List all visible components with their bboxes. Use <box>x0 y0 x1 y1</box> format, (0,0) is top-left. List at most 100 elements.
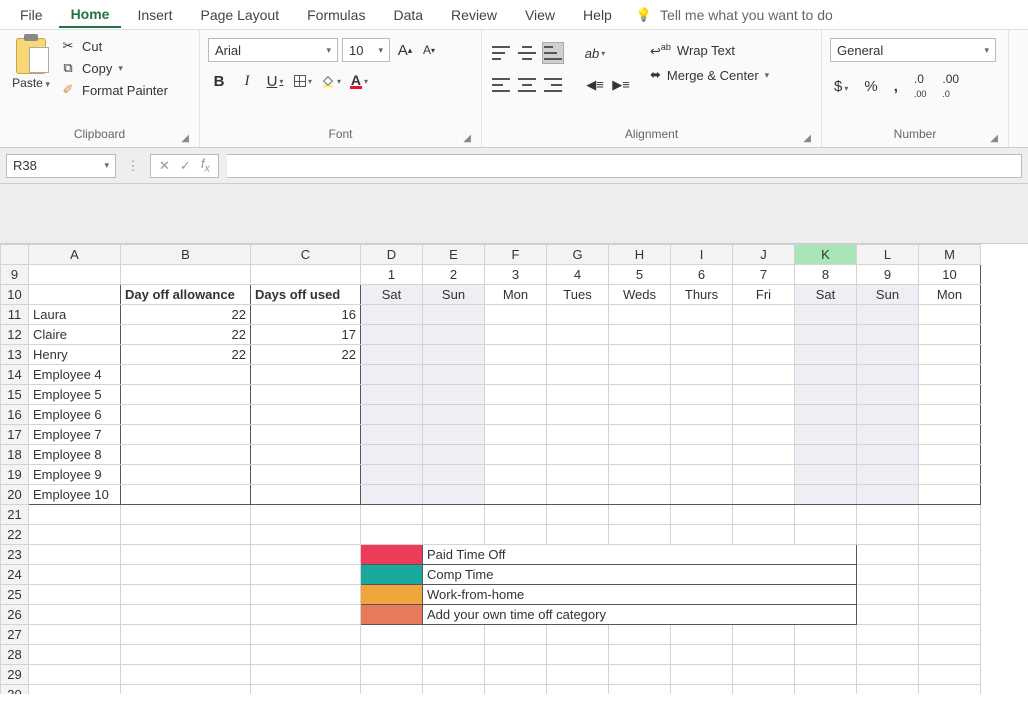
cell-F21[interactable] <box>485 505 547 525</box>
column-header-K[interactable]: K <box>795 245 857 265</box>
cell-J10[interactable]: Fri <box>733 285 795 305</box>
cut-button[interactable]: ✂ Cut <box>60 38 168 54</box>
cell-F29[interactable] <box>485 665 547 685</box>
menu-insert[interactable]: Insert <box>125 3 184 27</box>
cell-G18[interactable] <box>547 445 609 465</box>
cell-I15[interactable] <box>671 385 733 405</box>
row-header-27[interactable]: 27 <box>1 625 29 645</box>
cell-C24[interactable] <box>251 565 361 585</box>
cell-D30[interactable] <box>361 685 423 695</box>
cell-C17[interactable] <box>251 425 361 445</box>
cell-F30[interactable] <box>485 685 547 695</box>
cell-I19[interactable] <box>671 465 733 485</box>
cell-M25[interactable] <box>919 585 981 605</box>
cell-L16[interactable] <box>857 405 919 425</box>
cell-E18[interactable] <box>423 445 485 465</box>
cell-A21[interactable] <box>29 505 121 525</box>
cell-D23[interactable] <box>361 545 423 565</box>
cell-A9[interactable] <box>29 265 121 285</box>
cell-A26[interactable] <box>29 605 121 625</box>
comma-format-button[interactable]: , <box>890 76 902 97</box>
menu-data[interactable]: Data <box>381 3 435 27</box>
cell-D18[interactable] <box>361 445 423 465</box>
cell-K17[interactable] <box>795 425 857 445</box>
cell-M10[interactable]: Mon <box>919 285 981 305</box>
cell-A30[interactable] <box>29 685 121 695</box>
cell-F17[interactable] <box>485 425 547 445</box>
cell-G20[interactable] <box>547 485 609 505</box>
cell-B21[interactable] <box>121 505 251 525</box>
cell-M29[interactable] <box>919 665 981 685</box>
select-all-corner[interactable] <box>1 245 29 265</box>
cell-L26[interactable] <box>857 605 919 625</box>
cell-A22[interactable] <box>29 525 121 545</box>
row-header-15[interactable]: 15 <box>1 385 29 405</box>
cell-K12[interactable] <box>795 325 857 345</box>
cell-C21[interactable] <box>251 505 361 525</box>
cell-M13[interactable] <box>919 345 981 365</box>
cell-F18[interactable] <box>485 445 547 465</box>
cell-I10[interactable]: Thurs <box>671 285 733 305</box>
cell-C16[interactable] <box>251 405 361 425</box>
cell-F15[interactable] <box>485 385 547 405</box>
alignment-launcher[interactable]: ◢ <box>803 133 811 144</box>
cell-M18[interactable] <box>919 445 981 465</box>
decrease-decimal-button[interactable]: .00.0 <box>938 70 963 102</box>
number-format-select[interactable]: General▾ <box>830 38 996 62</box>
column-header-E[interactable]: E <box>423 245 485 265</box>
cell-M14[interactable] <box>919 365 981 385</box>
cell-G28[interactable] <box>547 645 609 665</box>
cell-D17[interactable] <box>361 425 423 445</box>
cell-A29[interactable] <box>29 665 121 685</box>
cell-H19[interactable] <box>609 465 671 485</box>
cell-I18[interactable] <box>671 445 733 465</box>
cell-L23[interactable] <box>857 545 919 565</box>
cell-A14[interactable]: Employee 4 <box>29 365 121 385</box>
cell-C26[interactable] <box>251 605 361 625</box>
menu-home[interactable]: Home <box>59 2 122 28</box>
cell-I28[interactable] <box>671 645 733 665</box>
cell-E11[interactable] <box>423 305 485 325</box>
cell-D20[interactable] <box>361 485 423 505</box>
cell-B11[interactable]: 22 <box>121 305 251 325</box>
cell-J13[interactable] <box>733 345 795 365</box>
spreadsheet-grid[interactable]: ABCDEFGHIJKLM91234567891010Day off allow… <box>0 244 1028 694</box>
cell-L11[interactable] <box>857 305 919 325</box>
cell-G13[interactable] <box>547 345 609 365</box>
cell-A19[interactable]: Employee 9 <box>29 465 121 485</box>
cell-F13[interactable] <box>485 345 547 365</box>
cell-E10[interactable]: Sun <box>423 285 485 305</box>
cell-G22[interactable] <box>547 525 609 545</box>
cell-C22[interactable] <box>251 525 361 545</box>
cell-E19[interactable] <box>423 465 485 485</box>
cell-A23[interactable] <box>29 545 121 565</box>
cell-G12[interactable] <box>547 325 609 345</box>
cell-K19[interactable] <box>795 465 857 485</box>
row-header-24[interactable]: 24 <box>1 565 29 585</box>
font-name-select[interactable]: Arial▾ <box>208 38 338 62</box>
number-launcher[interactable]: ◢ <box>990 133 998 144</box>
cell-G15[interactable] <box>547 385 609 405</box>
row-header-28[interactable]: 28 <box>1 645 29 665</box>
font-color-button[interactable]: A <box>348 70 370 92</box>
cell-L12[interactable] <box>857 325 919 345</box>
cell-B17[interactable] <box>121 425 251 445</box>
cell-D11[interactable] <box>361 305 423 325</box>
cell-J16[interactable] <box>733 405 795 425</box>
cell-D9[interactable]: 1 <box>361 265 423 285</box>
cell-C11[interactable]: 16 <box>251 305 361 325</box>
cell-F16[interactable] <box>485 405 547 425</box>
cell-E28[interactable] <box>423 645 485 665</box>
cell-E23[interactable]: Paid Time Off <box>423 545 857 565</box>
cell-B9[interactable] <box>121 265 251 285</box>
menu-formulas[interactable]: Formulas <box>295 3 377 27</box>
cell-J30[interactable] <box>733 685 795 695</box>
row-header-22[interactable]: 22 <box>1 525 29 545</box>
cell-L9[interactable]: 9 <box>857 265 919 285</box>
cell-I27[interactable] <box>671 625 733 645</box>
cell-B16[interactable] <box>121 405 251 425</box>
row-header-17[interactable]: 17 <box>1 425 29 445</box>
cell-I20[interactable] <box>671 485 733 505</box>
cell-A11[interactable]: Laura <box>29 305 121 325</box>
orientation-button[interactable]: ab <box>584 42 606 64</box>
